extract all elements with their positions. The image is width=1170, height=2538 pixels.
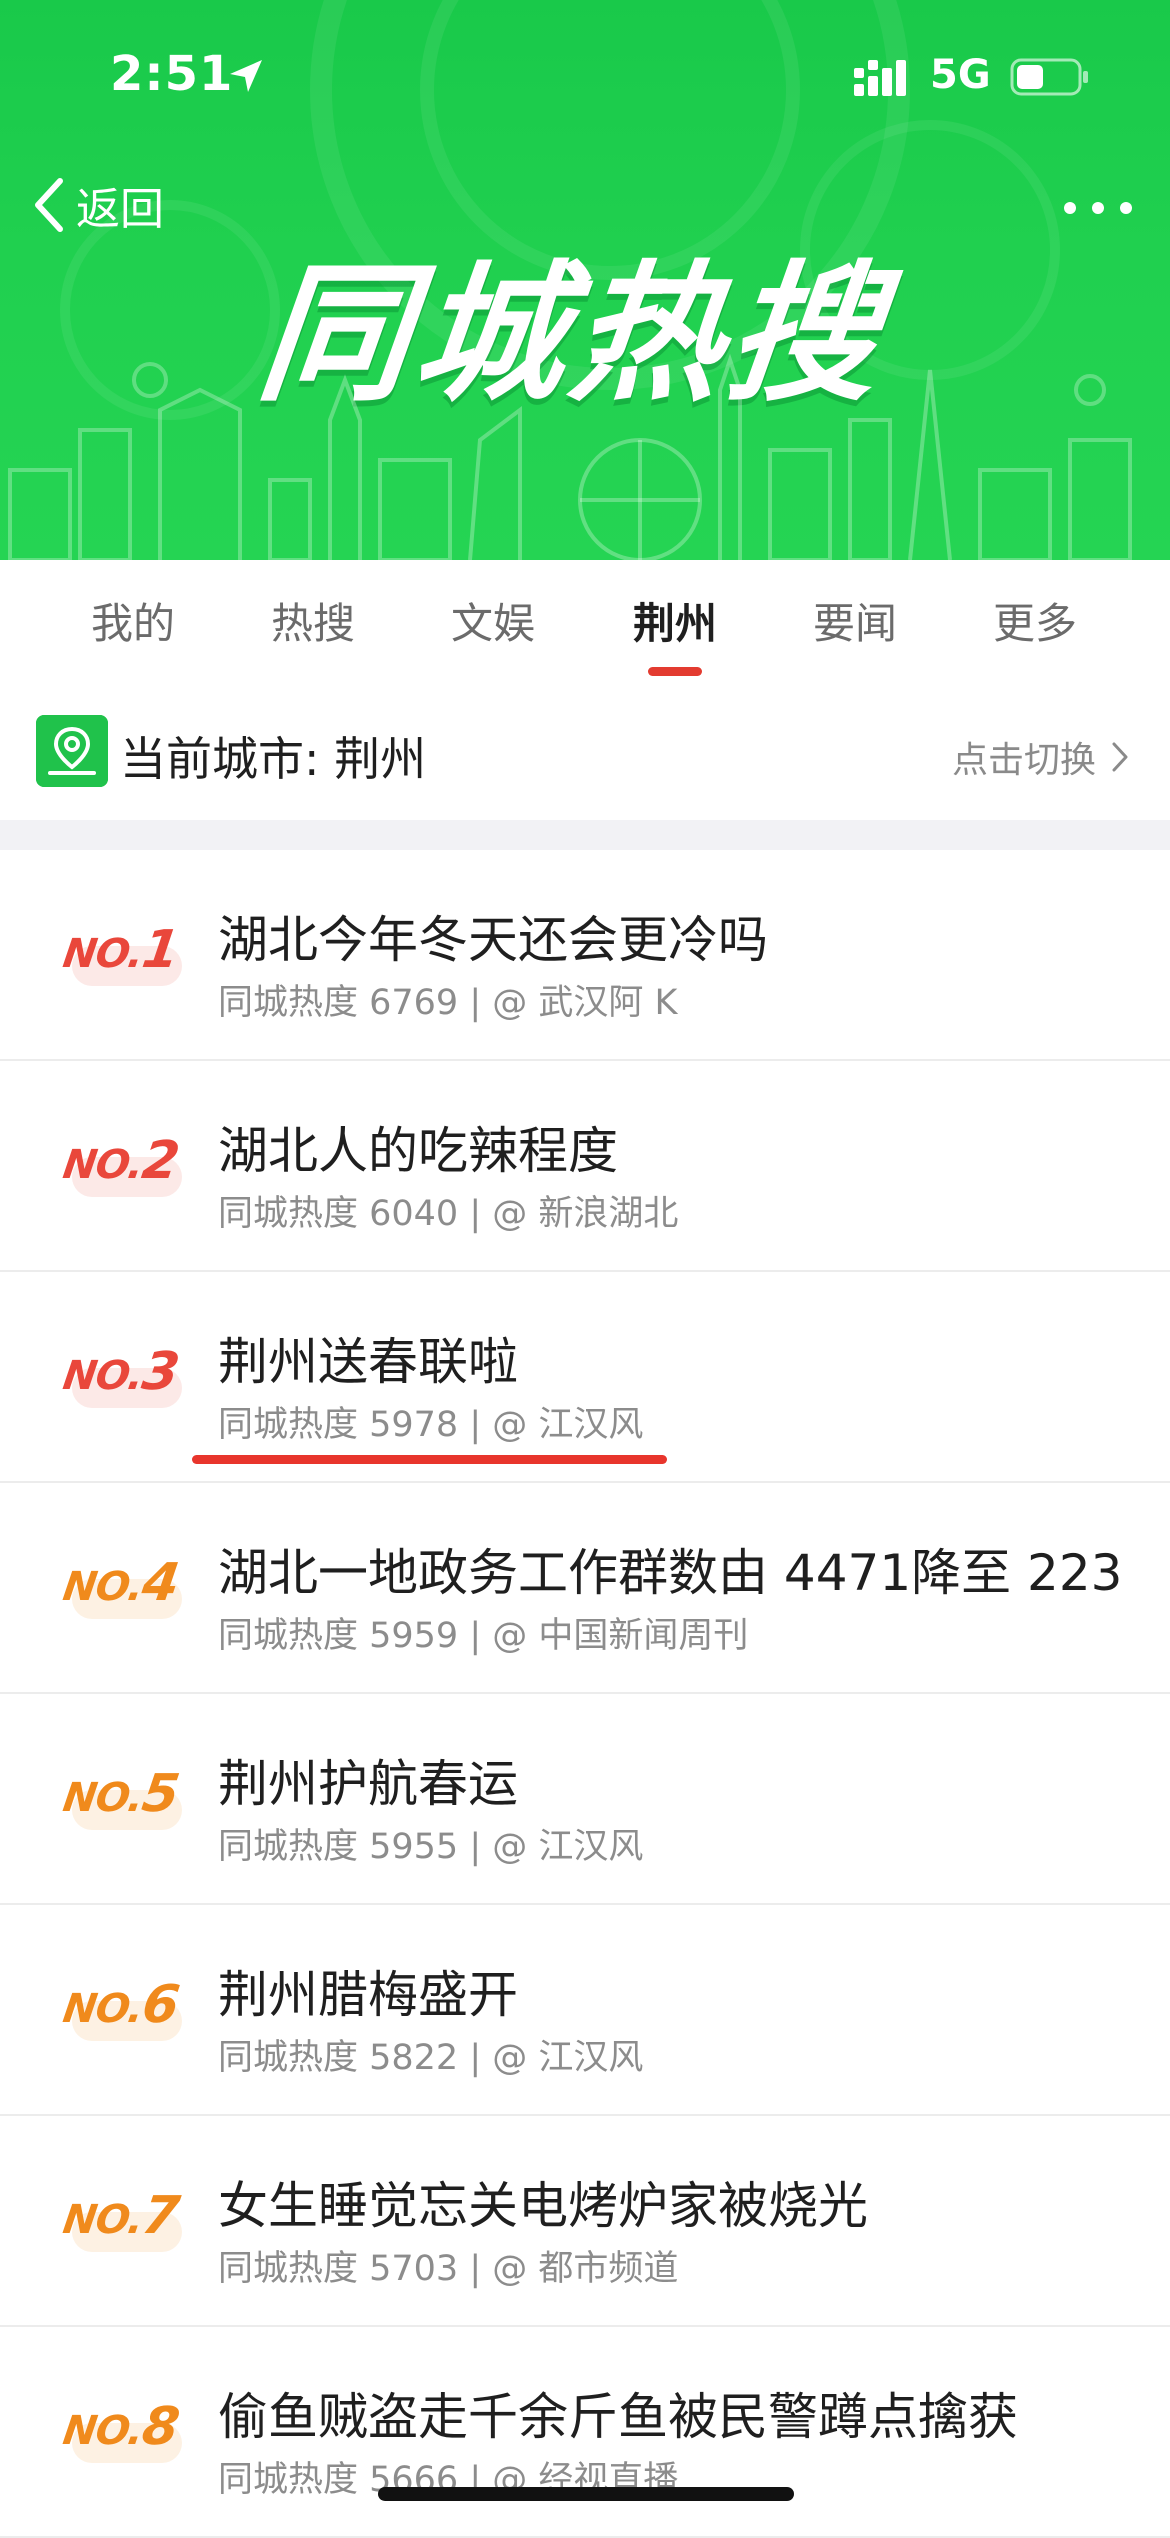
tab-more[interactable]: 更多 bbox=[950, 590, 1120, 670]
more-icon[interactable] bbox=[1058, 188, 1138, 228]
item-title: 湖北人的吃辣程度 bbox=[218, 1122, 618, 1180]
signal-icon bbox=[854, 60, 906, 96]
rank-badge: NO.5 bbox=[60, 1764, 182, 1824]
tab-news[interactable]: 要闻 bbox=[770, 590, 940, 670]
item-title: 湖北一地政务工作群数由 4471降至 223 bbox=[218, 1544, 1123, 1602]
rank-badge: NO.2 bbox=[60, 1131, 182, 1191]
item-meta: 同城热度 5822 | @ 江汉风 bbox=[218, 2038, 644, 2078]
item-meta: 同城热度 5959 | @ 中国新闻周刊 bbox=[218, 1616, 749, 1656]
rank-prefix: NO. bbox=[60, 931, 146, 977]
item-title: 荆州护航春运 bbox=[218, 1755, 518, 1813]
rank-prefix: NO. bbox=[60, 1353, 146, 1399]
hot-search-list: NO.1 湖北今年冬天还会更冷吗同城热度 6769 | @ 武汉阿 K NO.2 湖北… bbox=[0, 850, 1170, 2538]
list-item[interactable]: NO.7 女生睡觉忘关电烤炉家被烧光同城热度 5703 | @ 都市频道 bbox=[0, 2116, 1170, 2327]
item-title: 偷鱼贼盗走千余斤鱼被民警蹲点擒获 bbox=[218, 2388, 1018, 2446]
item-meta: 同城热度 5955 | @ 江汉风 bbox=[218, 1827, 644, 1867]
rank-prefix: NO. bbox=[60, 1775, 146, 1821]
item-title: 湖北今年冬天还会更冷吗 bbox=[218, 911, 768, 969]
rank-badge: NO.1 bbox=[60, 920, 182, 980]
rank-badge: NO.6 bbox=[60, 1975, 182, 2035]
rank-prefix: NO. bbox=[60, 1564, 146, 1610]
location-arrow-icon bbox=[230, 60, 262, 92]
list-item[interactable]: NO.8 偷鱼贼盗走千余斤鱼被民警蹲点擒获 同城热度 5666 | @ 经视直播 bbox=[0, 2327, 1170, 2538]
list-item[interactable]: NO.2 湖北人的吃辣程度同城热度 6040 | @ 新浪湖北 bbox=[0, 1061, 1170, 1272]
rank-prefix: NO. bbox=[60, 2408, 146, 2454]
item-meta: 同城热度 5978 | @ 江汉风 bbox=[218, 1405, 644, 1445]
tab-hot-search[interactable]: 热搜 bbox=[228, 590, 398, 670]
home-indicator[interactable] bbox=[378, 2487, 794, 2501]
tab-bar: 我的 热搜 文娱 荆州 要闻 更多 bbox=[0, 560, 1170, 685]
rank-badge: NO.4 bbox=[60, 1553, 182, 1613]
chevron-right-icon bbox=[1112, 742, 1128, 772]
current-city-row: 当前城市: 荆州 点击切换 bbox=[0, 685, 1170, 820]
list-item[interactable]: NO.1 湖北今年冬天还会更冷吗同城热度 6769 | @ 武汉阿 K bbox=[0, 850, 1170, 1061]
list-item[interactable]: NO.3 荆州送春联啦同城热度 5978 | @ 江汉风 bbox=[0, 1272, 1170, 1483]
item-meta: 同城热度 6769 | @ 武汉阿 K bbox=[218, 983, 678, 1023]
item-meta: 同城热度 5703 | @ 都市频道 bbox=[218, 2249, 679, 2289]
item-title: 女生睡觉忘关电烤炉家被烧光 bbox=[218, 2177, 868, 2235]
red-highlight-underline bbox=[192, 1455, 667, 1464]
current-city-label: 当前城市: 荆州 bbox=[120, 732, 427, 786]
item-title: 荆州腊梅盛开 bbox=[218, 1966, 518, 2024]
status-time: 2:51 bbox=[110, 46, 234, 102]
back-button[interactable]: 返回 bbox=[30, 170, 164, 240]
list-item[interactable]: NO.5 荆州护航春运同城热度 5955 | @ 江汉风 bbox=[0, 1694, 1170, 1905]
section-divider bbox=[0, 820, 1170, 850]
location-pin-icon bbox=[36, 715, 108, 787]
chevron-left-icon bbox=[35, 178, 63, 232]
tab-mine[interactable]: 我的 bbox=[48, 590, 218, 670]
header-banner: 2:51 5G 返回 同城热搜 bbox=[0, 0, 1170, 560]
switch-city-label: 点击切换 bbox=[951, 740, 1096, 781]
rank-badge: NO.7 bbox=[60, 2186, 182, 2246]
rank-badge: NO.3 bbox=[60, 1342, 182, 1402]
item-meta: 同城热度 6040 | @ 新浪湖北 bbox=[218, 1194, 679, 1234]
rank-prefix: NO. bbox=[60, 1986, 146, 2032]
back-label: 返回 bbox=[76, 184, 164, 235]
list-item[interactable]: NO.6 荆州腊梅盛开同城热度 5822 | @ 江汉风 bbox=[0, 1905, 1170, 2116]
rank-badge: NO.8 bbox=[60, 2397, 182, 2457]
city-skyline-illustration bbox=[8, 353, 1132, 560]
item-title: 荆州送春联啦 bbox=[218, 1333, 518, 1391]
switch-city-button[interactable]: 点击切换 bbox=[952, 731, 1130, 783]
status-bar: 2:51 5G bbox=[0, 0, 1170, 150]
tab-entertainment[interactable]: 文娱 bbox=[408, 590, 578, 670]
battery-icon bbox=[1010, 58, 1088, 96]
network-type: 5G bbox=[930, 52, 991, 98]
rank-prefix: NO. bbox=[60, 1142, 146, 1188]
tab-jingzhou[interactable]: 荆州 bbox=[590, 590, 760, 670]
rank-prefix: NO. bbox=[60, 2197, 146, 2243]
list-item[interactable]: NO.4 湖北一地政务工作群数由 4471降至 223 同城热度 5959 | @ … bbox=[0, 1483, 1170, 1694]
active-tab-indicator bbox=[648, 667, 702, 676]
